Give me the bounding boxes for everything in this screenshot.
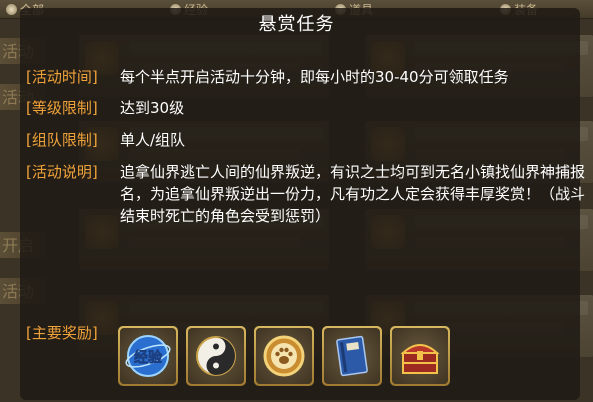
- rewards-label: [主要奖励]: [26, 324, 98, 342]
- svg-text:经验: 经验: [134, 349, 163, 366]
- experience-orb-icon: 经验: [125, 335, 171, 377]
- reward-slot-yin-yang[interactable]: [186, 326, 246, 386]
- description-label: [活动说明]: [26, 163, 98, 181]
- reward-slot-paw-medal[interactable]: [254, 326, 314, 386]
- time-label: [活动时间]: [26, 68, 98, 86]
- reward-slot-treasure-chest[interactable]: [390, 326, 450, 386]
- paw-medal-icon: [263, 335, 305, 377]
- level-value: 达到30级: [120, 99, 185, 117]
- team-value: 单人/组队: [120, 131, 186, 149]
- book-icon: [336, 335, 368, 377]
- reward-slot-book[interactable]: [322, 326, 382, 386]
- panel-title: 悬赏任务: [258, 14, 335, 35]
- level-label: [等级限制]: [26, 99, 98, 117]
- description-value: 追拿仙界逃亡人间的仙界叛逆，有识之士均可到无名小镇找仙界神捕报名，为追拿仙界叛逆…: [120, 163, 586, 225]
- reward-slot-experience[interactable]: 经验: [118, 326, 178, 386]
- yin-yang-icon: [196, 336, 236, 376]
- treasure-chest-icon: [400, 344, 440, 374]
- time-value: 每个半点开启活动十分钟，即每小时的30-40分可领取任务: [120, 68, 509, 86]
- team-label: [组队限制]: [26, 131, 98, 149]
